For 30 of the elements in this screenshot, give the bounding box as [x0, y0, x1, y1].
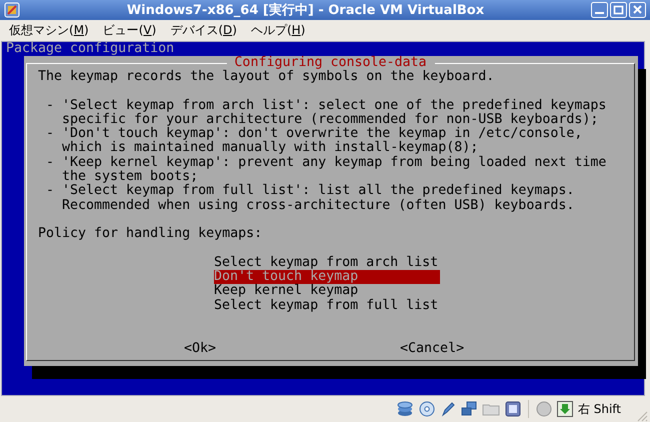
console-header: Package configuration — [5, 42, 176, 56]
app-icon — [4, 2, 20, 18]
bullet-text: - 'Keep kernel keymap': prevent any keymap from being loaded next time the system boots; — [45, 156, 608, 184]
minimize-icon[interactable] — [591, 2, 608, 18]
bullet-text: - 'Select keymap from arch list': select one of the predefined keymaps specific for your architecture (recommended for non-USB keyboards); — [45, 98, 608, 127]
keyboard-capture-icon[interactable] — [556, 401, 573, 417]
cd-icon[interactable] — [418, 401, 435, 417]
host-key-label: 右 Shift — [578, 400, 621, 418]
option-item[interactable]: Select keymap from arch list — [214, 256, 440, 270]
maximize-icon[interactable] — [610, 2, 627, 18]
bullet-text: - 'Select keymap from full list': list all the predefined keymaps. Recommended when using cross-architecture (often USB) keyboards. — [45, 184, 576, 213]
pen-icon[interactable] — [440, 401, 456, 417]
resize-grip-icon[interactable] — [636, 410, 648, 422]
menu-item[interactable]: デバイス(D) — [170, 21, 237, 40]
prompt-text: Policy for handling keymaps: — [38, 227, 264, 242]
window-title: Windows7-x86_64 [実行中] - Oracle VM VirtualBox — [126, 2, 486, 19]
dialog-button[interactable]: <Cancel> — [400, 342, 464, 356]
intro-text: The keymap records the layout of symbols on the keyboard. — [38, 70, 496, 84]
hard-disk-icon[interactable] — [396, 401, 414, 417]
menu-item[interactable]: ビュー(V) — [102, 21, 156, 40]
menu-item[interactable]: ヘルプ(H) — [250, 21, 306, 40]
menu-item[interactable]: 仮想マシン(M) — [9, 21, 89, 40]
network-icon[interactable] — [460, 401, 477, 417]
v-box-icon[interactable] — [504, 401, 521, 417]
dialog-title: Configuring console-data — [226, 56, 435, 70]
option-item[interactable]: Select keymap from full list — [214, 298, 440, 314]
option-item[interactable]: Keep kernel keymap — [214, 284, 440, 299]
dialog-button[interactable]: <Ok> — [184, 342, 216, 356]
close-icon[interactable] — [629, 2, 646, 18]
bullet-text: - 'Don't touch keymap': don't overwrite the keymap in /etc/console, which is maintained manually with install-keymap(8); — [45, 127, 584, 156]
